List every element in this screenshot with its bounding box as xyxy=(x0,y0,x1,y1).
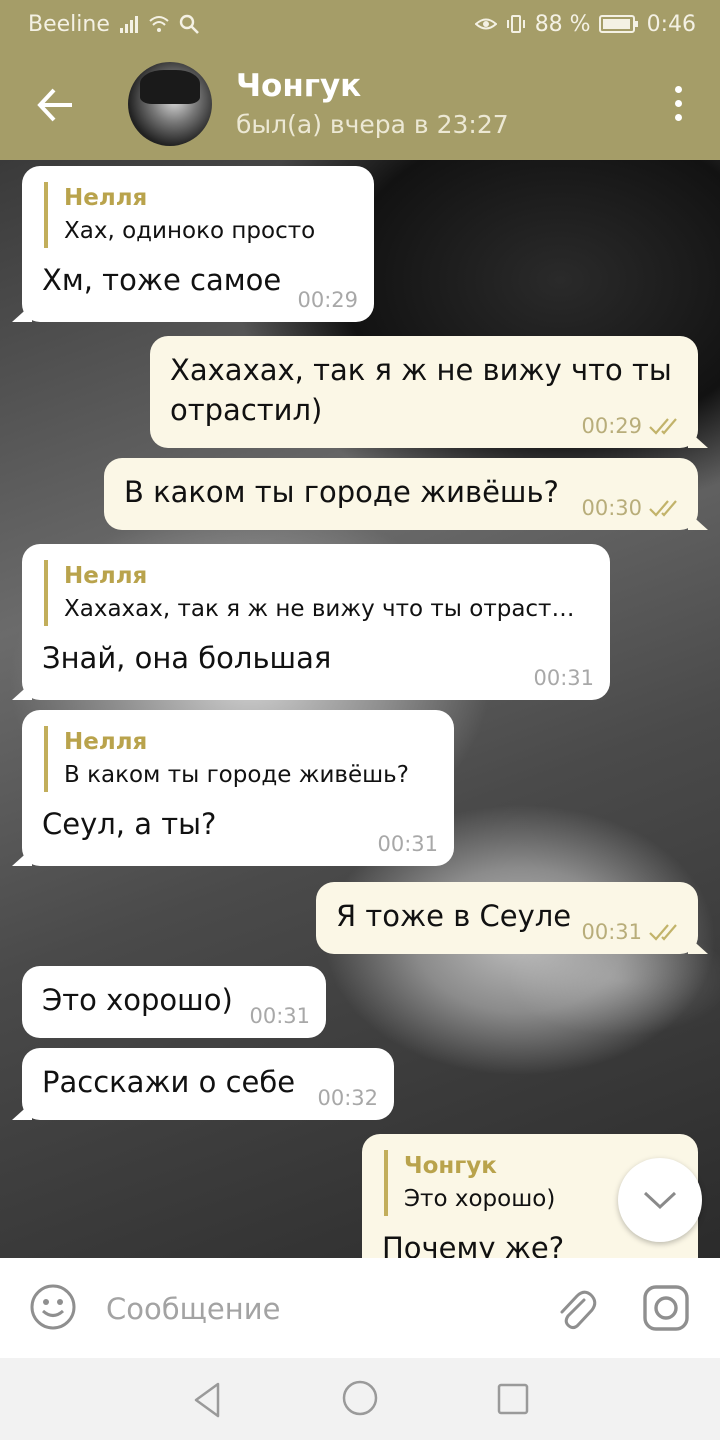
message-time: 00:31 xyxy=(581,920,682,944)
message-time: 00:31 xyxy=(533,666,594,690)
message-time: 00:31 xyxy=(249,1004,310,1028)
message-text: Знай, она большая xyxy=(42,641,332,675)
camera-icon[interactable] xyxy=(640,1282,692,1334)
carrier-name: Beeline xyxy=(28,11,110,37)
signal-icon xyxy=(119,16,138,33)
reply-author: Нелля xyxy=(64,185,148,211)
nav-back-icon[interactable] xyxy=(188,1380,228,1420)
reply-text: В каком ты городе живёшь? xyxy=(64,762,409,788)
message-time: 00:32 xyxy=(317,1086,378,1110)
battery-percent: 88 % xyxy=(534,11,591,37)
eye-icon xyxy=(474,18,497,30)
more-options-icon[interactable] xyxy=(672,86,684,126)
reply-quote[interactable]: Нелля Хах, одиноко просто xyxy=(44,182,354,248)
paperclip-icon[interactable] xyxy=(550,1284,600,1334)
search-icon xyxy=(179,14,199,34)
message-incoming[interactable]: Нелля Хахахах, так я ж не вижу что ты от… xyxy=(22,544,610,700)
message-incoming[interactable]: Нелля В каком ты городе живёшь? Сеул, а … xyxy=(22,710,454,866)
system-navigation-bar xyxy=(0,1358,720,1440)
message-input-bar xyxy=(0,1258,720,1358)
clock: 0:46 xyxy=(646,11,696,37)
reply-quote[interactable]: Нелля Хахахах, так я ж не вижу что ты от… xyxy=(44,560,590,626)
message-text: Сеул, а ты? xyxy=(42,807,217,841)
message-outgoing[interactable]: В каком ты городе живёшь? 00:30 xyxy=(104,458,698,530)
message-time: 00:30 xyxy=(581,496,682,520)
message-incoming[interactable]: Это хорошо) 00:31 xyxy=(22,966,326,1038)
battery-icon xyxy=(598,15,638,33)
message-incoming[interactable]: Нелля Хах, одиноко просто Хм, тоже самое… xyxy=(22,166,374,322)
nav-home-icon[interactable] xyxy=(340,1378,380,1418)
emoji-icon[interactable] xyxy=(28,1282,78,1332)
back-arrow-icon[interactable] xyxy=(34,84,76,126)
reply-author: Нелля xyxy=(64,563,148,589)
avatar[interactable] xyxy=(128,62,212,146)
scroll-down-button[interactable] xyxy=(618,1158,702,1242)
message-incoming[interactable]: Расскажи о себе 00:32 xyxy=(22,1048,394,1120)
contact-name[interactable]: Чонгук xyxy=(236,68,361,104)
chat-header: Чонгук был(а) вчера в 23:27 xyxy=(0,48,720,160)
vibrate-icon xyxy=(506,15,525,33)
reply-text: Хахахах, так я ж не вижу что ты отраст… xyxy=(64,596,575,622)
message-time: 00:31 xyxy=(377,832,438,856)
wifi-icon xyxy=(149,16,169,32)
status-bar: Beeline 88 % 0:46 xyxy=(0,0,720,48)
double-check-icon xyxy=(649,924,677,941)
reply-text: Хах, одиноко просто xyxy=(64,218,316,244)
reply-author: Нелля xyxy=(64,729,148,755)
last-seen-status: был(а) вчера в 23:27 xyxy=(236,110,509,139)
message-outgoing[interactable]: Хахахах, так я ж не вижу что ты отрастил… xyxy=(150,336,698,448)
double-check-icon xyxy=(649,418,677,435)
message-outgoing[interactable]: Я тоже в Сеуле 00:31 xyxy=(316,882,698,954)
chevron-down-icon xyxy=(643,1191,677,1210)
chat-messages[interactable]: Нелля Хах, одиноко просто Хм, тоже самое… xyxy=(0,160,720,1258)
message-time: 00:29 xyxy=(297,288,358,312)
reply-quote[interactable]: Нелля В каком ты городе живёшь? xyxy=(44,726,434,792)
message-time: 00:29 xyxy=(581,414,682,438)
double-check-icon xyxy=(649,500,677,517)
message-input[interactable] xyxy=(104,1286,528,1332)
nav-recent-apps-icon[interactable] xyxy=(494,1380,532,1418)
